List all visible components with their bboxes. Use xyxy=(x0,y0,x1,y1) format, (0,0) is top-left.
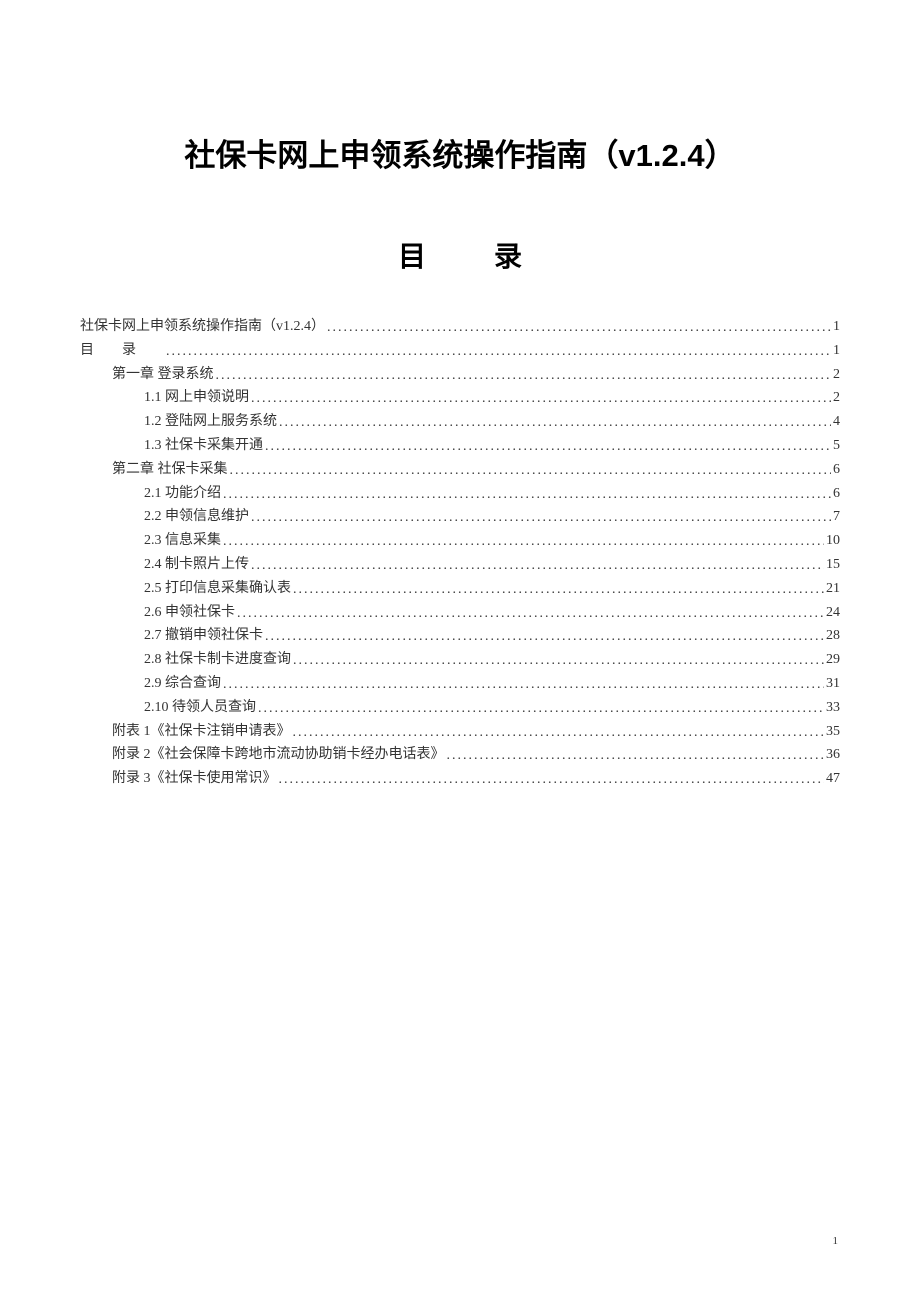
toc-list: 社保卡网上申领系统操作指南（v1.2.4）1目录1第一章 登录系统21.1 网上… xyxy=(80,315,840,791)
toc-entry[interactable]: 2.3 信息采集 10 xyxy=(80,529,840,553)
toc-leader-dots xyxy=(251,386,831,410)
toc-entry[interactable]: 1.1 网上申领说明 2 xyxy=(80,386,840,410)
toc-entry-page: 7 xyxy=(833,505,840,529)
toc-leader-dots xyxy=(251,553,824,577)
toc-entry[interactable]: 第一章 登录系统 2 xyxy=(80,363,840,387)
toc-entry-page: 6 xyxy=(833,458,840,482)
toc-entry-label: 目录 xyxy=(80,339,164,363)
toc-leader-dots xyxy=(223,672,824,696)
toc-entry-label: 2.7 撤销申领社保卡 xyxy=(144,624,263,648)
toc-leader-dots xyxy=(223,482,831,506)
toc-entry[interactable]: 2.1 功能介绍 6 xyxy=(80,482,840,506)
toc-entry-label: 社保卡网上申领系统操作指南（v1.2.4） xyxy=(80,315,325,339)
toc-entry-page: 1 xyxy=(833,315,840,339)
toc-entry-page: 35 xyxy=(826,720,840,744)
toc-leader-dots xyxy=(293,648,824,672)
toc-entry-page: 2 xyxy=(833,363,840,387)
toc-entry-page: 36 xyxy=(826,743,840,767)
toc-entry-page: 15 xyxy=(826,553,840,577)
toc-heading: 目 录 xyxy=(80,235,840,275)
toc-leader-dots xyxy=(223,529,824,553)
toc-entry-page: 24 xyxy=(826,601,840,625)
toc-leader-dots xyxy=(447,743,825,767)
toc-entry-page: 33 xyxy=(826,696,840,720)
toc-leader-dots xyxy=(265,624,824,648)
toc-entry-label: 2.4 制卡照片上传 xyxy=(144,553,249,577)
toc-entry-page: 28 xyxy=(826,624,840,648)
toc-entry-page: 4 xyxy=(833,410,840,434)
toc-entry-label: 2.5 打印信息采集确认表 xyxy=(144,577,291,601)
toc-entry-label: 附录 3《社保卡使用常识》 xyxy=(112,767,277,791)
toc-entry[interactable]: 2.8 社保卡制卡进度查询 29 xyxy=(80,648,840,672)
toc-leader-dots xyxy=(258,696,824,720)
toc-leader-dots xyxy=(251,505,831,529)
toc-entry[interactable]: 目录 1 xyxy=(80,339,840,363)
toc-entry-label: 2.6 申领社保卡 xyxy=(144,601,235,625)
toc-leader-dots xyxy=(265,434,831,458)
toc-entry[interactable]: 第二章 社保卡采集 6 xyxy=(80,458,840,482)
toc-entry-label: 1.2 登陆网上服务系统 xyxy=(144,410,277,434)
toc-entry-label: 2.2 申领信息维护 xyxy=(144,505,249,529)
toc-entry[interactable]: 附表 1《社保卡注销申请表》 35 xyxy=(80,720,840,744)
toc-entry-label: 附录 2《社会保障卡跨地市流动协助销卡经办电话表》 xyxy=(112,743,445,767)
toc-entry[interactable]: 2.9 综合查询 31 xyxy=(80,672,840,696)
toc-entry-page: 2 xyxy=(833,386,840,410)
toc-entry-label: 第二章 社保卡采集 xyxy=(112,458,228,482)
toc-leader-dots xyxy=(327,315,831,339)
toc-entry-label: 第一章 登录系统 xyxy=(112,363,214,387)
toc-entry-label: 2.9 综合查询 xyxy=(144,672,221,696)
toc-entry-label: 2.10 待领人员查询 xyxy=(144,696,256,720)
toc-entry-label: 1.3 社保卡采集开通 xyxy=(144,434,263,458)
toc-leader-dots xyxy=(166,339,831,363)
toc-entry[interactable]: 2.2 申领信息维护 7 xyxy=(80,505,840,529)
toc-entry[interactable]: 2.5 打印信息采集确认表 21 xyxy=(80,577,840,601)
toc-leader-dots xyxy=(237,601,824,625)
toc-leader-dots xyxy=(216,363,832,387)
toc-entry[interactable]: 社保卡网上申领系统操作指南（v1.2.4） 1 xyxy=(80,315,840,339)
toc-entry[interactable]: 1.2 登陆网上服务系统 4 xyxy=(80,410,840,434)
toc-entry-label: 2.8 社保卡制卡进度查询 xyxy=(144,648,291,672)
toc-entry[interactable]: 附录 2《社会保障卡跨地市流动协助销卡经办电话表》 36 xyxy=(80,743,840,767)
toc-entry-page: 21 xyxy=(826,577,840,601)
toc-entry[interactable]: 附录 3《社保卡使用常识》 47 xyxy=(80,767,840,791)
toc-leader-dots xyxy=(293,720,825,744)
toc-leader-dots xyxy=(293,577,824,601)
toc-leader-dots xyxy=(279,767,825,791)
toc-leader-dots xyxy=(230,458,832,482)
toc-entry-label: 1.1 网上申领说明 xyxy=(144,386,249,410)
toc-entry[interactable]: 2.10 待领人员查询 33 xyxy=(80,696,840,720)
toc-entry-label: 2.3 信息采集 xyxy=(144,529,221,553)
toc-entry-page: 5 xyxy=(833,434,840,458)
toc-entry[interactable]: 1.3 社保卡采集开通 5 xyxy=(80,434,840,458)
document-title: 社保卡网上申领系统操作指南（v1.2.4） xyxy=(80,130,840,175)
toc-entry-page: 6 xyxy=(833,482,840,506)
toc-entry-label: 附表 1《社保卡注销申请表》 xyxy=(112,720,291,744)
toc-entry-page: 31 xyxy=(826,672,840,696)
toc-entry[interactable]: 2.6 申领社保卡 24 xyxy=(80,601,840,625)
toc-entry-label: 2.1 功能介绍 xyxy=(144,482,221,506)
page-number: 1 xyxy=(833,1235,839,1247)
toc-leader-dots xyxy=(279,410,831,434)
toc-entry[interactable]: 2.7 撤销申领社保卡 28 xyxy=(80,624,840,648)
toc-entry-page: 29 xyxy=(826,648,840,672)
toc-entry-page: 10 xyxy=(826,529,840,553)
toc-entry-page: 47 xyxy=(826,767,840,791)
toc-entry-page: 1 xyxy=(833,339,840,363)
toc-entry[interactable]: 2.4 制卡照片上传 15 xyxy=(80,553,840,577)
